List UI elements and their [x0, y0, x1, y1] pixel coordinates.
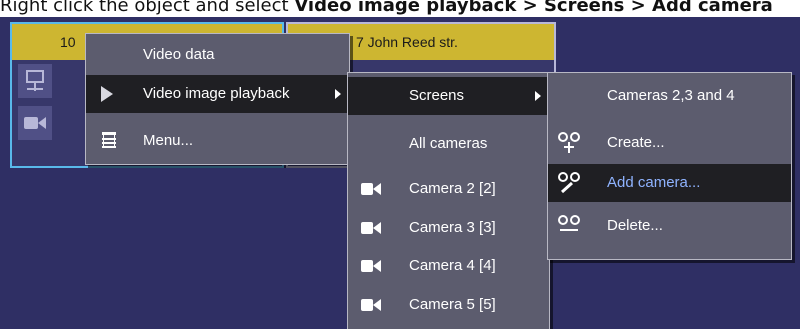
camera-icon	[358, 209, 384, 247]
menu-item-camera-2[interactable]: Camera 2 [2]	[348, 170, 549, 208]
menu-list-icon	[98, 122, 120, 160]
submenu-arrow-icon	[335, 89, 341, 99]
menu-item-camera-3[interactable]: Camera 3 [3]	[348, 209, 549, 247]
network-icon[interactable]	[18, 64, 52, 98]
camera-icon	[358, 170, 384, 208]
menu-item-add-camera[interactable]: Add camera...	[548, 164, 791, 202]
instruction-separator: >	[624, 0, 653, 16]
screen-edit-icon	[554, 164, 584, 202]
screen-add-icon	[554, 124, 584, 162]
menu-item-menu[interactable]: Menu...	[86, 122, 349, 160]
play-triangle-icon	[96, 75, 118, 113]
instruction-separator: >	[516, 0, 544, 16]
instruction-step-add-camera: Add camera	[652, 0, 773, 16]
camera-icon	[358, 286, 384, 324]
instruction-step-screens: Screens	[543, 0, 625, 16]
instruction-text: Right click the object and select Video …	[0, 0, 800, 17]
menu-item-create[interactable]: Create...	[548, 124, 791, 162]
menu-item-cameras-2-3-4[interactable]: Cameras 2,3 and 4	[548, 77, 791, 115]
menu-item-screens[interactable]: Screens	[348, 77, 549, 115]
menu-item-video-data[interactable]: Video data	[86, 36, 349, 74]
context-menu: Video data Video image playback Menu...	[85, 33, 350, 165]
menu-item-video-image-playback[interactable]: Video image playback	[86, 75, 349, 113]
camera-icon[interactable]	[18, 106, 52, 140]
submenu-arrow-icon	[535, 91, 541, 101]
camera-icon	[358, 247, 384, 285]
menu-item-camera-5[interactable]: Camera 5 [5]	[348, 286, 549, 324]
menu-item-all-cameras[interactable]: All cameras	[348, 125, 549, 163]
playback-submenu: Screens All cameras Camera 2 [2] Camera …	[347, 72, 550, 329]
instruction-step-video-playback: Video image playback	[294, 0, 517, 16]
instruction-prefix: Right click the object and select	[0, 0, 295, 16]
screens-submenu: Cameras 2,3 and 4 Create... Add camera..…	[547, 72, 792, 260]
menu-item-camera-4[interactable]: Camera 4 [4]	[348, 247, 549, 285]
map-desktop: 10 7 John Reed str. Video data Video ima…	[0, 17, 800, 329]
screen-remove-icon	[554, 207, 584, 245]
menu-item-delete[interactable]: Delete...	[548, 207, 791, 245]
